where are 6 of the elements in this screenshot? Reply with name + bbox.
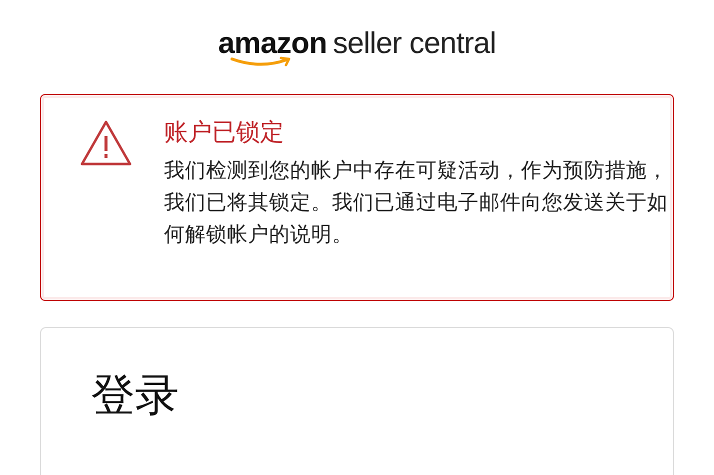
login-heading: 登录: [91, 371, 179, 420]
warning-icon: [79, 119, 133, 167]
logo-brand: amazon: [218, 26, 327, 62]
alert-title: 账户已锁定: [164, 118, 285, 148]
alert-message: 我们检测到您的帐户中存在可疑活动，作为预防措施，我们已将其锁定。我们已通过电子邮件向您发送关于如何解锁帐户的说明。: [164, 158, 669, 248]
logo-product: seller central: [332, 26, 496, 62]
